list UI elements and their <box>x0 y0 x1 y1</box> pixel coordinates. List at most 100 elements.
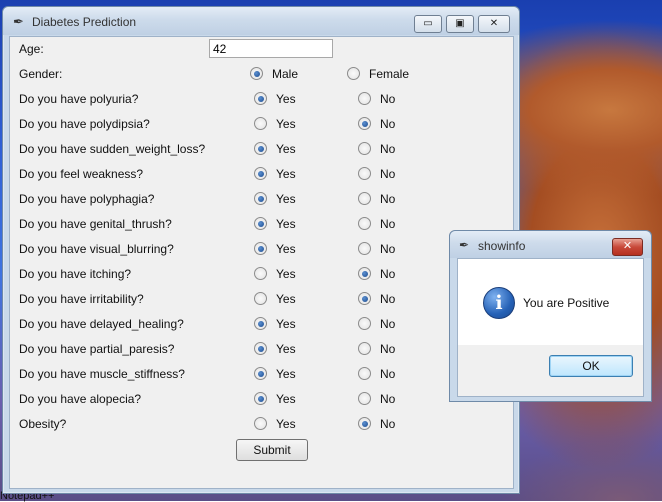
minimize-button[interactable]: ▭ <box>414 15 442 33</box>
radio-yes[interactable] <box>254 217 267 230</box>
radio-yes[interactable] <box>254 117 267 130</box>
dialog-message-area: i You are Positive <box>458 259 643 345</box>
question-option-no[interactable]: No <box>358 392 395 406</box>
question-option-no[interactable]: No <box>358 367 395 381</box>
question-option-yes[interactable]: Yes <box>254 117 296 131</box>
question-option-no[interactable]: No <box>358 267 395 281</box>
gender-female-radio[interactable] <box>347 67 360 80</box>
question-option-yes[interactable]: Yes <box>254 242 296 256</box>
radio-no[interactable] <box>358 367 371 380</box>
radio-yes[interactable] <box>254 242 267 255</box>
radio-no[interactable] <box>358 167 371 180</box>
radio-yes[interactable] <box>254 142 267 155</box>
yes-label: Yes <box>276 342 296 356</box>
question-option-no[interactable]: No <box>358 167 395 181</box>
main-window: ✒ Diabetes Prediction ▭ ▣ ✕ Age: Gender:… <box>2 6 520 494</box>
radio-yes[interactable] <box>254 267 267 280</box>
question-row: Do you have irritability? Yes No <box>10 287 513 312</box>
question-option-no[interactable]: No <box>358 142 395 156</box>
radio-no[interactable] <box>358 392 371 405</box>
dialog-title-bar[interactable]: ✒ showinfo ✕ <box>450 231 651 258</box>
radio-no[interactable] <box>358 417 371 430</box>
gender-male-option[interactable]: Male <box>250 67 298 81</box>
question-option-yes[interactable]: Yes <box>254 217 296 231</box>
question-row: Do you have muscle_stiffness? Yes No <box>10 362 513 387</box>
radio-no[interactable] <box>358 242 371 255</box>
age-row: Age: <box>10 37 513 62</box>
showinfo-dialog: ✒ showinfo ✕ i You are Positive OK <box>449 230 652 402</box>
question-row: Do you have itching? Yes No <box>10 262 513 287</box>
question-row: Obesity? Yes No <box>10 412 513 437</box>
ok-button[interactable]: OK <box>549 355 633 377</box>
radio-no[interactable] <box>358 267 371 280</box>
question-option-yes[interactable]: Yes <box>254 392 296 406</box>
female-label: Female <box>369 67 410 81</box>
radio-yes[interactable] <box>254 367 267 380</box>
radio-no[interactable] <box>358 117 371 130</box>
maximize-button[interactable]: ▣ <box>446 15 474 33</box>
yes-label: Yes <box>276 242 296 256</box>
radio-yes[interactable] <box>254 342 267 355</box>
question-option-yes[interactable]: Yes <box>254 92 296 106</box>
question-option-yes[interactable]: Yes <box>254 367 296 381</box>
radio-yes[interactable] <box>254 192 267 205</box>
question-row: Do you have delayed_healing? Yes No <box>10 312 513 337</box>
no-label: No <box>380 167 396 181</box>
radio-no[interactable] <box>358 192 371 205</box>
dialog-title: showinfo <box>478 239 526 253</box>
question-option-no[interactable]: No <box>358 117 395 131</box>
question-label: Do you have alopecia? <box>19 392 142 406</box>
yes-label: Yes <box>276 392 296 406</box>
question-option-no[interactable]: No <box>358 192 395 206</box>
question-option-yes[interactable]: Yes <box>254 317 296 331</box>
question-option-no[interactable]: No <box>358 217 395 231</box>
question-option-no[interactable]: No <box>358 342 395 356</box>
question-option-no[interactable]: No <box>358 417 395 431</box>
no-label: No <box>380 317 396 331</box>
gender-row: Gender: Male Female <box>10 62 513 87</box>
radio-no[interactable] <box>358 292 371 305</box>
dialog-message: You are Positive <box>523 296 610 310</box>
no-label: No <box>380 92 396 106</box>
radio-yes[interactable] <box>254 167 267 180</box>
radio-no[interactable] <box>358 317 371 330</box>
question-label: Do you have partial_paresis? <box>19 342 175 356</box>
question-option-yes[interactable]: Yes <box>254 192 296 206</box>
question-option-yes[interactable]: Yes <box>254 417 296 431</box>
question-label: Do you have irritability? <box>19 292 144 306</box>
gender-male-radio[interactable] <box>250 67 263 80</box>
radio-yes[interactable] <box>254 92 267 105</box>
radio-no[interactable] <box>358 217 371 230</box>
yes-label: Yes <box>276 267 296 281</box>
yes-label: Yes <box>276 417 296 431</box>
radio-no[interactable] <box>358 142 371 155</box>
question-option-yes[interactable]: Yes <box>254 292 296 306</box>
radio-yes[interactable] <box>254 292 267 305</box>
close-button[interactable]: ✕ <box>478 15 510 33</box>
submit-button[interactable]: Submit <box>236 439 308 461</box>
question-option-yes[interactable]: Yes <box>254 167 296 181</box>
title-bar[interactable]: ✒ Diabetes Prediction ▭ ▣ ✕ <box>3 7 519 35</box>
radio-yes[interactable] <box>254 417 267 430</box>
yes-label: Yes <box>276 117 296 131</box>
question-option-no[interactable]: No <box>358 317 395 331</box>
question-option-yes[interactable]: Yes <box>254 342 296 356</box>
question-option-no[interactable]: No <box>358 92 395 106</box>
question-option-no[interactable]: No <box>358 242 395 256</box>
question-row: Do you have visual_blurring? Yes No <box>10 237 513 262</box>
feather-icon: ✒ <box>459 238 470 252</box>
age-input[interactable] <box>209 39 333 58</box>
radio-no[interactable] <box>358 342 371 355</box>
age-label: Age: <box>19 42 44 56</box>
yes-label: Yes <box>276 217 296 231</box>
question-option-yes[interactable]: Yes <box>254 142 296 156</box>
dialog-close-button[interactable]: ✕ <box>612 238 643 256</box>
yes-label: Yes <box>276 192 296 206</box>
question-option-no[interactable]: No <box>358 292 395 306</box>
gender-female-option[interactable]: Female <box>347 67 409 81</box>
gender-label: Gender: <box>19 67 63 81</box>
question-option-yes[interactable]: Yes <box>254 267 296 281</box>
radio-no[interactable] <box>358 92 371 105</box>
radio-yes[interactable] <box>254 317 267 330</box>
radio-yes[interactable] <box>254 392 267 405</box>
